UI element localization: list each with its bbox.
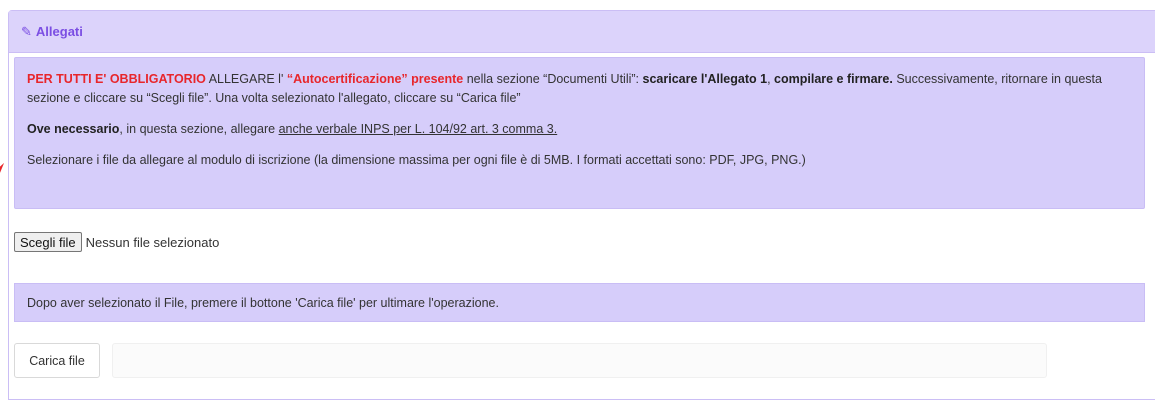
upload-notice: Dopo aver selezionato il File, premere i… <box>14 283 1145 322</box>
instruction-paragraph-3: Selezionare i file da allegare al modulo… <box>27 153 806 167</box>
sign-text: compilare e firmare. <box>774 72 893 86</box>
mandatory-text: PER TUTTI E' OBBLIGATORIO <box>27 72 206 86</box>
instruction-text: , in questa sezione, allegare <box>119 122 279 136</box>
paperclip-icon: ✎ <box>21 23 32 39</box>
inps-verbale-text: anche verbale INPS per L. 104/92 art. 3 … <box>278 122 558 136</box>
instruction-paragraph-2: Ove necessario, in questa sezione, alleg… <box>27 120 1132 139</box>
instruction-text: , <box>767 72 775 86</box>
choose-file-button[interactable]: Scegli file <box>14 232 82 252</box>
panel-title: Allegati <box>35 24 83 39</box>
red-arrow-indicator <box>0 160 9 184</box>
where-needed-text: Ove necessario <box>27 122 120 136</box>
instruction-text: nella sezione “Documenti Utili”: <box>463 72 643 86</box>
instructions-box: PER TUTTI E' OBBLIGATORIO ALLEGARE l' “A… <box>14 57 1145 209</box>
instruction-paragraph-1: PER TUTTI E' OBBLIGATORIO ALLEGARE l' “A… <box>27 70 1132 108</box>
file-input: Scegli file Nessun file selezionato <box>14 232 219 252</box>
panel-header: ✎ Allegati <box>9 11 1155 53</box>
download-text: scaricare l'Allegato 1 <box>642 72 768 86</box>
autocertification-text: “Autocertificazione” presente <box>286 72 464 86</box>
file-status: Nessun file selezionato <box>85 234 220 250</box>
upload-file-button[interactable]: Carica file <box>14 343 100 378</box>
upload-progress-bar <box>112 343 1047 378</box>
instruction-text: ALLEGARE l' <box>205 72 287 86</box>
